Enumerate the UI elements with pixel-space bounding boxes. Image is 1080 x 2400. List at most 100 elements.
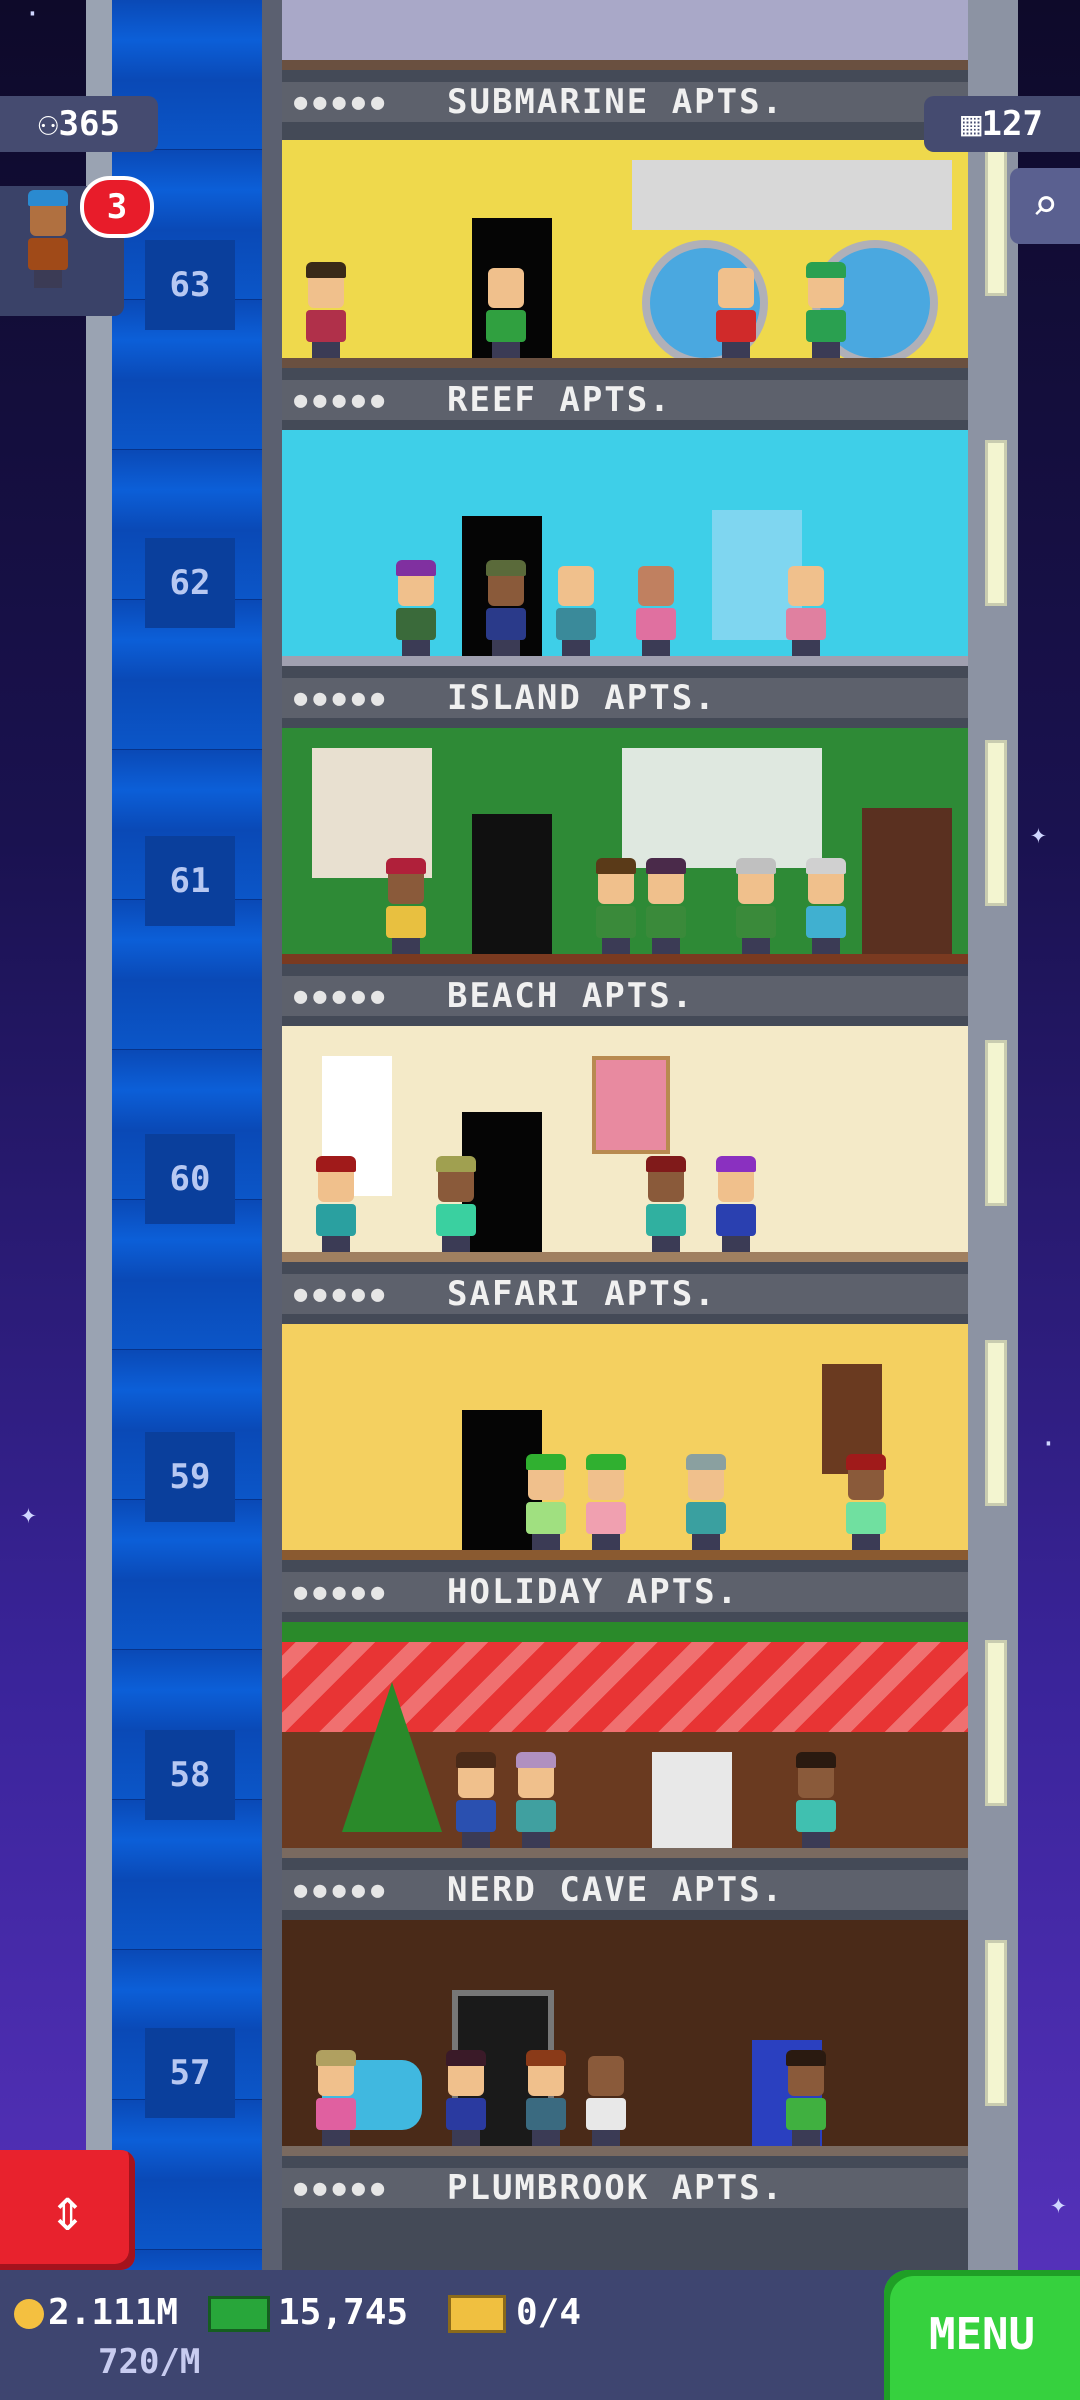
bitizen[interactable] xyxy=(512,1752,558,1850)
bux-value: 15,745 xyxy=(278,2292,409,2333)
bitizen[interactable] xyxy=(802,262,848,360)
bitizen[interactable] xyxy=(482,560,528,658)
bitizen[interactable] xyxy=(552,566,598,658)
bitizen[interactable] xyxy=(392,560,438,658)
person-icon: ⚇ xyxy=(38,104,59,144)
building-icon: ▦ xyxy=(961,104,982,144)
bitizen[interactable] xyxy=(442,2050,488,2148)
floor-label: REEF APTS. xyxy=(447,380,672,420)
bitizen[interactable] xyxy=(432,1156,478,1254)
bitizen[interactable] xyxy=(782,566,828,658)
room-62[interactable] xyxy=(282,430,968,666)
floor-number: 63 xyxy=(145,240,235,330)
floor-label-bar: ●●●●● HOLIDAY APTS. xyxy=(282,1572,968,1612)
room-58[interactable] xyxy=(282,1622,968,1858)
bitizen[interactable] xyxy=(792,1752,838,1850)
menu-button[interactable]: MENU xyxy=(884,2270,1080,2400)
bitizen[interactable] xyxy=(842,1454,888,1552)
rating-dots: ●●●●● xyxy=(294,984,391,1009)
star: · xyxy=(1040,1427,1057,1460)
tower-window xyxy=(985,1040,1007,1206)
floor-label: HOLIDAY APTS. xyxy=(447,1572,740,1612)
bitizen[interactable] xyxy=(592,858,638,956)
room-57[interactable] xyxy=(282,1920,968,2156)
room-60[interactable] xyxy=(282,1026,968,1262)
bitizen[interactable] xyxy=(302,262,348,360)
tower-window xyxy=(985,440,1007,606)
bitizen[interactable] xyxy=(382,858,428,956)
coins-counter[interactable]: 2.111M xyxy=(14,2292,178,2333)
room-door xyxy=(472,814,552,964)
room-decor xyxy=(632,160,952,230)
floor-label-bar: ●●●●● REEF APTS. xyxy=(282,380,968,420)
window xyxy=(622,748,822,868)
elevator-rail-right xyxy=(262,0,282,2270)
floor-label-bar: ●●●●● BEACH APTS. xyxy=(282,976,968,1016)
bitizen[interactable] xyxy=(642,1156,688,1254)
floor-number: 61 xyxy=(145,836,235,926)
bitizen[interactable] xyxy=(732,858,778,956)
floor-label: NERD CAVE APTS. xyxy=(447,1870,785,1910)
star: ✦ xyxy=(20,1497,37,1530)
floor-label-bar: ●●●●● NERD CAVE APTS. xyxy=(282,1870,968,1910)
rating-dots: ●●●●● xyxy=(294,90,391,115)
bitizen[interactable] xyxy=(522,1454,568,1552)
rating-dots: ●●●●● xyxy=(294,686,391,711)
room-61[interactable] xyxy=(282,728,968,964)
bitizen[interactable] xyxy=(782,2050,828,2148)
bitizen[interactable] xyxy=(632,566,678,658)
bitizen[interactable] xyxy=(522,2050,568,2148)
room-63[interactable] xyxy=(282,140,968,368)
room-submarine[interactable] xyxy=(282,0,968,70)
coin-rate: 720/M xyxy=(98,2342,201,2382)
visitor-count-badge: 3 xyxy=(80,176,154,238)
magnifier-icon[interactable]: ⌕ xyxy=(1010,168,1080,244)
floor-label-bar: ●●●●● SAFARI APTS. xyxy=(282,1274,968,1314)
floor-number: 59 xyxy=(145,1432,235,1522)
population-value: 365 xyxy=(58,104,120,144)
floor-count-value: 127 xyxy=(981,104,1043,144)
tower-window xyxy=(985,740,1007,906)
bitizen[interactable] xyxy=(802,858,848,956)
garland xyxy=(282,1622,968,1642)
bitizen[interactable] xyxy=(312,1156,358,1254)
bitizen[interactable] xyxy=(482,268,528,360)
tickets-counter[interactable]: 0/4 xyxy=(448,2292,581,2333)
tickets-value: 0/4 xyxy=(516,2292,582,2333)
star: ✦ xyxy=(1050,2187,1067,2220)
rating-dots: ●●●●● xyxy=(294,2176,391,2201)
bitizen[interactable] xyxy=(712,268,758,360)
bitizen[interactable] xyxy=(582,1454,628,1552)
tower-window xyxy=(985,1940,1007,2106)
room-59[interactable] xyxy=(282,1324,968,1560)
population-counter[interactable]: ⚇365 xyxy=(0,96,158,152)
elevator-rail-left xyxy=(86,0,112,2270)
bitizen[interactable] xyxy=(712,1156,758,1254)
bitizen[interactable] xyxy=(452,1752,498,1850)
coin-icon xyxy=(14,2299,44,2329)
floor-label-bar: ●●●●● ISLAND APTS. xyxy=(282,678,968,718)
floor-label: SAFARI APTS. xyxy=(447,1274,717,1314)
bitizen[interactable] xyxy=(312,2050,358,2148)
floor-label-bar: ●●●●● SUBMARINE APTS. xyxy=(282,82,968,122)
ticket-icon xyxy=(448,2295,506,2333)
rating-dots: ●●●●● xyxy=(294,388,391,413)
floor-label: PLUMBROOK APTS. xyxy=(447,2168,785,2208)
bux-counter[interactable]: 15,745 xyxy=(208,2292,408,2333)
floor-counter[interactable]: ▦127 xyxy=(924,96,1080,152)
floor-number: 58 xyxy=(145,1730,235,1820)
bitizen[interactable] xyxy=(642,858,688,956)
floor-number: 60 xyxy=(145,1134,235,1224)
tower-window xyxy=(985,1340,1007,1506)
bux-icon xyxy=(208,2296,270,2332)
floor-label: ISLAND APTS. xyxy=(447,678,717,718)
floor-label: SUBMARINE APTS. xyxy=(447,82,785,122)
armchair xyxy=(652,1752,732,1852)
bitizen[interactable] xyxy=(582,2056,628,2148)
cabinet xyxy=(862,808,952,958)
bitizen[interactable] xyxy=(682,1454,728,1552)
up-down-arrows-icon[interactable]: ⇕ xyxy=(0,2150,135,2270)
floor-label: BEACH APTS. xyxy=(447,976,695,1016)
star: · xyxy=(24,0,41,30)
coins-value: 2.111M xyxy=(48,2292,179,2333)
